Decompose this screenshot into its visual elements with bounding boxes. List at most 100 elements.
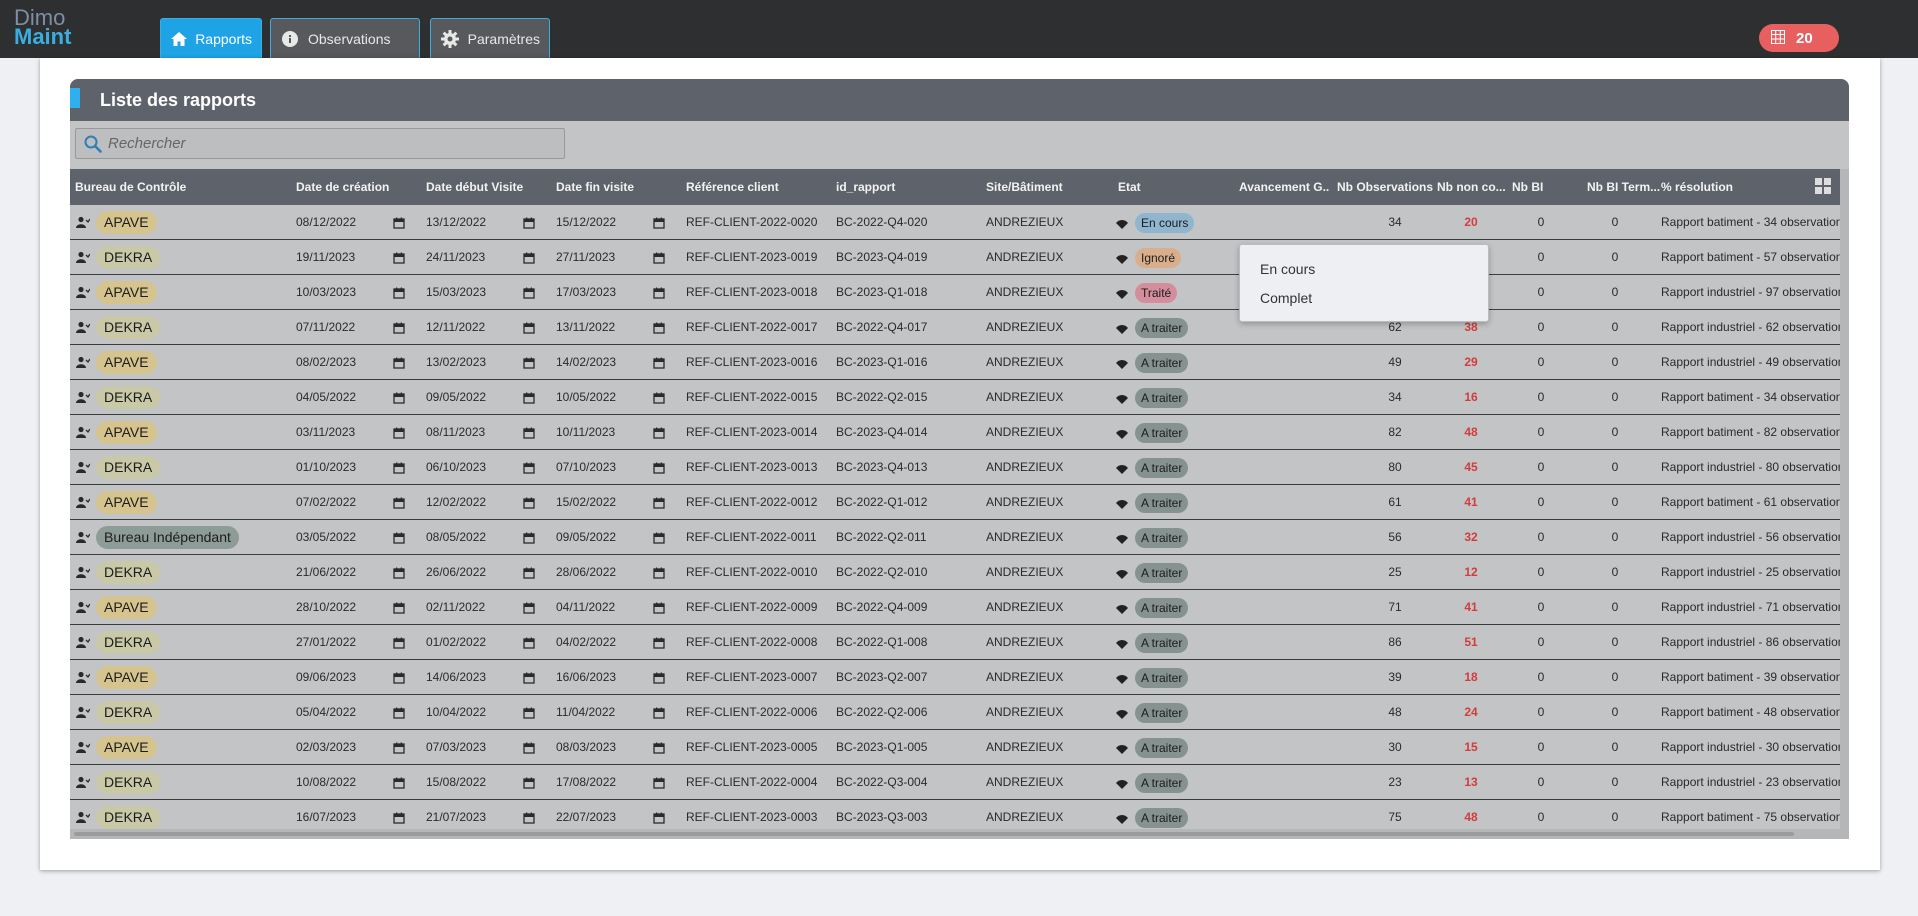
etat-tag[interactable]: A traiter: [1135, 633, 1189, 653]
calendar-icon[interactable]: [653, 706, 665, 719]
table-row[interactable]: APAVE 02/03/2023 07/03/2023 08/03/2023 REF-C…: [70, 730, 1840, 765]
dropdown-option-complet[interactable]: Complet: [1260, 290, 1312, 306]
calendar-icon[interactable]: [653, 741, 665, 754]
assign-user-icon[interactable]: [76, 670, 91, 683]
header-nb-observations[interactable]: Nb Observations: [1337, 169, 1433, 205]
vertical-scrollbar[interactable]: [1840, 169, 1849, 829]
calendar-icon[interactable]: [523, 391, 535, 404]
etat-tag[interactable]: A traiter: [1135, 388, 1189, 408]
view-icon[interactable]: [1116, 811, 1128, 824]
etat-tag[interactable]: A traiter: [1135, 318, 1189, 338]
calendar-icon[interactable]: [653, 671, 665, 684]
view-icon[interactable]: [1116, 671, 1128, 684]
view-icon[interactable]: [1116, 426, 1128, 439]
etat-tag[interactable]: A traiter: [1135, 458, 1189, 478]
app-logo[interactable]: Dimo Maint: [14, 7, 71, 48]
calendar-icon[interactable]: [653, 461, 665, 474]
assign-user-icon[interactable]: [76, 810, 91, 823]
calendar-icon[interactable]: [653, 496, 665, 509]
view-icon[interactable]: [1116, 566, 1128, 579]
calendar-icon[interactable]: [393, 356, 405, 369]
assign-user-icon[interactable]: [76, 355, 91, 368]
table-row[interactable]: DEKRA 01/10/2023 06/10/2023 07/10/2023 REF-C…: [70, 450, 1840, 485]
etat-tag[interactable]: A traiter: [1135, 563, 1189, 583]
calendar-icon[interactable]: [393, 321, 405, 334]
etat-tag[interactable]: A traiter: [1135, 738, 1189, 758]
scrollbar-thumb[interactable]: [74, 832, 1794, 836]
assign-user-icon[interactable]: [76, 565, 91, 578]
calendar-icon[interactable]: [523, 741, 535, 754]
assign-user-icon[interactable]: [76, 250, 91, 263]
etat-tag[interactable]: A traiter: [1135, 528, 1189, 548]
etat-tag[interactable]: A traiter: [1135, 773, 1189, 793]
calendar-icon[interactable]: [523, 566, 535, 579]
etat-tag[interactable]: A traiter: [1135, 808, 1189, 828]
assign-user-icon[interactable]: [76, 285, 91, 298]
calendar-icon[interactable]: [523, 286, 535, 299]
table-row[interactable]: APAVE 09/06/2023 14/06/2023 16/06/2023 REF-C…: [70, 660, 1840, 695]
view-icon[interactable]: [1116, 216, 1128, 229]
search-box[interactable]: [75, 128, 565, 159]
table-row[interactable]: DEKRA 16/07/2023 21/07/2023 22/07/2023 REF-C…: [70, 800, 1840, 829]
calendar-icon[interactable]: [523, 671, 535, 684]
view-icon[interactable]: [1116, 391, 1128, 404]
table-row[interactable]: APAVE 28/10/2022 02/11/2022 04/11/2022 REF-C…: [70, 590, 1840, 625]
table-row[interactable]: APAVE 08/02/2023 13/02/2023 14/02/2023 REF-C…: [70, 345, 1840, 380]
calendar-icon[interactable]: [393, 671, 405, 684]
calendar-icon[interactable]: [393, 251, 405, 264]
view-icon[interactable]: [1116, 776, 1128, 789]
header-date-creation[interactable]: Date de création: [296, 169, 416, 205]
assign-user-icon[interactable]: [76, 635, 91, 648]
header-nb-bi[interactable]: Nb BI: [1512, 169, 1562, 205]
calendar-icon[interactable]: [393, 496, 405, 509]
assign-user-icon[interactable]: [76, 740, 91, 753]
tab-parametres[interactable]: Paramètres: [430, 18, 550, 58]
table-row[interactable]: DEKRA 10/08/2022 15/08/2022 17/08/2022 REF-C…: [70, 765, 1840, 800]
etat-tag[interactable]: A traiter: [1135, 353, 1189, 373]
assign-user-icon[interactable]: [76, 460, 91, 473]
view-icon[interactable]: [1116, 461, 1128, 474]
view-icon[interactable]: [1116, 356, 1128, 369]
assign-user-icon[interactable]: [76, 705, 91, 718]
assign-user-icon[interactable]: [76, 495, 91, 508]
view-icon[interactable]: [1116, 636, 1128, 649]
calendar-icon[interactable]: [523, 601, 535, 614]
assign-user-icon[interactable]: [76, 215, 91, 228]
etat-tag[interactable]: Ignoré: [1135, 248, 1182, 268]
table-row[interactable]: DEKRA 19/11/2023 24/11/2023 27/11/2023 REF-C…: [70, 240, 1840, 275]
header-bureau[interactable]: Bureau de Contrôle: [75, 169, 245, 205]
assign-user-icon[interactable]: [76, 320, 91, 333]
table-row[interactable]: DEKRA 27/01/2022 01/02/2022 04/02/2022 REF-C…: [70, 625, 1840, 660]
calendar-icon[interactable]: [653, 426, 665, 439]
etat-tag[interactable]: En cours: [1135, 213, 1195, 233]
calendar-icon[interactable]: [523, 706, 535, 719]
horizontal-scrollbar[interactable]: [70, 829, 1849, 839]
header-reference[interactable]: Référence client: [686, 169, 826, 205]
header-date-debut[interactable]: Date début Visite: [426, 169, 546, 205]
tab-rapports[interactable]: Rapports: [160, 18, 262, 58]
header-nb-non-conformes[interactable]: Nb non co...: [1437, 169, 1507, 205]
table-row[interactable]: DEKRA 07/11/2022 12/11/2022 13/11/2022 REF-C…: [70, 310, 1840, 345]
column-grid-icon[interactable]: [1814, 177, 1832, 195]
calendar-icon[interactable]: [653, 811, 665, 824]
etat-tag[interactable]: A traiter: [1135, 423, 1189, 443]
dropdown-option-en-cours[interactable]: En cours: [1260, 261, 1315, 277]
calendar-icon[interactable]: [523, 636, 535, 649]
calendar-icon[interactable]: [393, 776, 405, 789]
table-row[interactable]: DEKRA 04/05/2022 09/05/2022 10/05/2022 REF-C…: [70, 380, 1840, 415]
pending-count-badge[interactable]: 20: [1759, 24, 1839, 52]
header-site[interactable]: Site/Bâtiment: [986, 169, 1106, 205]
calendar-icon[interactable]: [393, 566, 405, 579]
calendar-icon[interactable]: [523, 321, 535, 334]
view-icon[interactable]: [1116, 496, 1128, 509]
assign-user-icon[interactable]: [76, 775, 91, 788]
calendar-icon[interactable]: [653, 531, 665, 544]
calendar-icon[interactable]: [523, 531, 535, 544]
calendar-icon[interactable]: [523, 426, 535, 439]
etat-tag[interactable]: A traiter: [1135, 493, 1189, 513]
assign-user-icon[interactable]: [76, 600, 91, 613]
calendar-icon[interactable]: [653, 286, 665, 299]
view-icon[interactable]: [1116, 531, 1128, 544]
calendar-icon[interactable]: [523, 496, 535, 509]
calendar-icon[interactable]: [653, 391, 665, 404]
